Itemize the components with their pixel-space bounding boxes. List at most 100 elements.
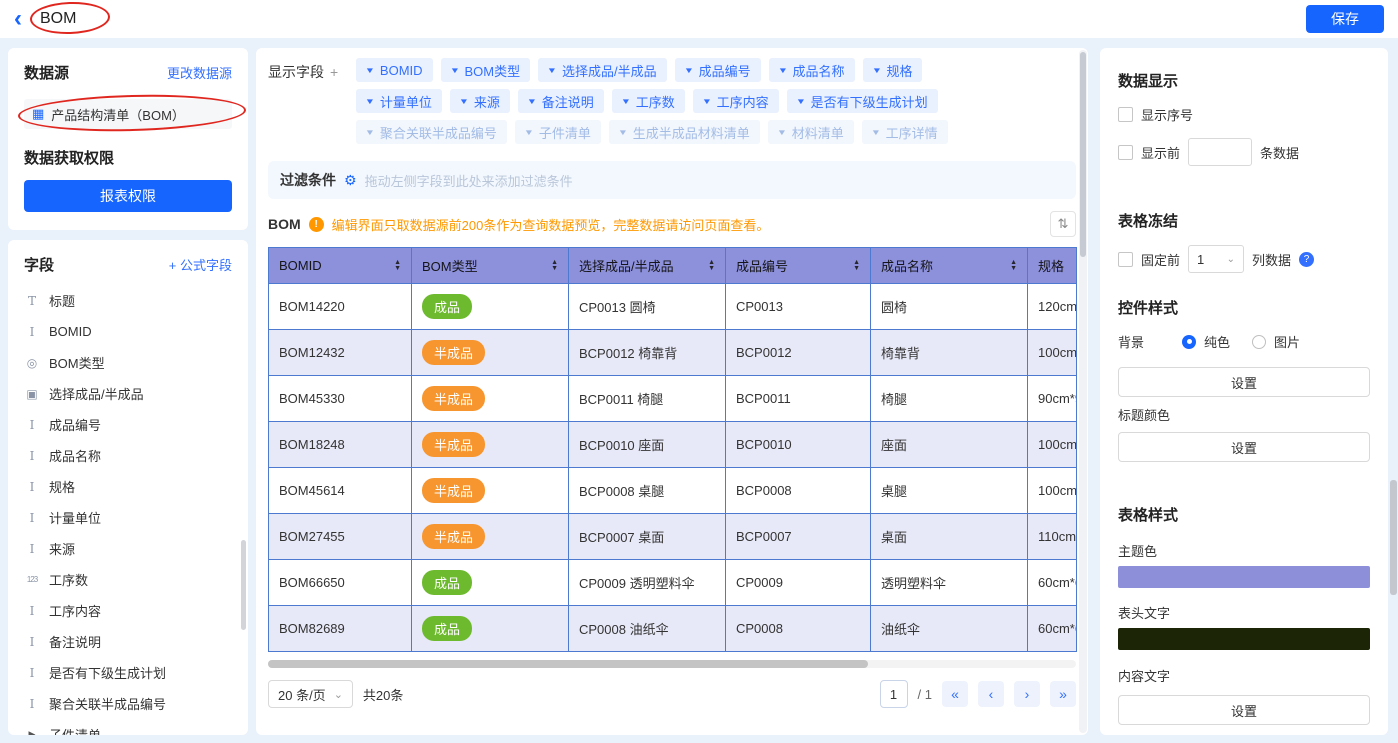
column-header-spec[interactable]: 规格	[1028, 248, 1077, 284]
display-field-chip[interactable]: ▼备注说明	[518, 89, 604, 113]
table-row[interactable]: BOM45330 半成品 BCP0011 椅腿 BCP0011 椅腿 90cm*…	[269, 376, 1077, 422]
content-text-set-button[interactable]: 设置	[1118, 695, 1370, 725]
field-item-source[interactable]: I来源	[24, 533, 232, 564]
field-item-bom-type[interactable]: ◎BOM类型	[24, 347, 232, 378]
field-item-process-count[interactable]: 123工序数	[24, 564, 232, 595]
field-item-remark[interactable]: I备注说明	[24, 626, 232, 657]
field-item-subitem-list[interactable]: ▶子件清单	[24, 719, 232, 735]
last-page-button[interactable]: »	[1050, 681, 1076, 707]
field-item-spec[interactable]: I规格	[24, 471, 232, 502]
vertical-scrollbar[interactable]	[1079, 50, 1087, 733]
field-item-bomid[interactable]: IBOMID	[24, 316, 232, 347]
display-field-chip[interactable]: ▼成品编号	[675, 58, 761, 82]
display-field-chip[interactable]: ▼选择成品/半成品	[538, 58, 667, 82]
field-item-process-content[interactable]: I工序内容	[24, 595, 232, 626]
datasource-item[interactable]: ▦ 产品结构清单（BOM）	[24, 99, 232, 129]
horizontal-scrollbar-thumb[interactable]	[268, 660, 868, 668]
field-item-product-name[interactable]: I成品名称	[24, 440, 232, 471]
sort-icon[interactable]: ▲▼	[1010, 260, 1017, 272]
vertical-scrollbar-thumb[interactable]	[1080, 52, 1086, 257]
help-icon[interactable]: ?	[1299, 252, 1314, 267]
type-badge: 成品	[422, 616, 472, 641]
show-first-checkbox[interactable]	[1118, 145, 1133, 160]
sort-icon[interactable]: ▲▼	[708, 260, 715, 272]
solid-color-radio[interactable]	[1182, 335, 1196, 349]
header-text-color-swatch[interactable]	[1118, 628, 1370, 650]
back-icon[interactable]: ‹	[14, 7, 22, 31]
next-page-button[interactable]: ›	[1014, 681, 1040, 707]
column-header-bomid[interactable]: BOMID▲▼	[269, 248, 412, 284]
add-formula-field-link[interactable]: + 公式字段	[169, 255, 232, 274]
page-size-value: 20 条/页	[278, 685, 326, 704]
image-radio[interactable]	[1252, 335, 1266, 349]
gear-icon[interactable]: ⚙	[344, 172, 357, 189]
cell: 椅靠背	[871, 330, 1028, 376]
display-field-chip[interactable]: ▼是否有下级生成计划	[787, 89, 938, 113]
horizontal-scrollbar[interactable]	[268, 660, 1076, 668]
column-header-select-product[interactable]: 选择成品/半成品▲▼	[569, 248, 726, 284]
display-field-chip[interactable]: ▼BOM类型	[441, 58, 531, 82]
page-size-select[interactable]: 20 条/页 ⌄	[268, 680, 353, 708]
filter-dropzone[interactable]: 过滤条件 ⚙ 拖动左侧字段到此处来添加过滤条件	[268, 161, 1076, 199]
page-scrollbar[interactable]	[1390, 40, 1397, 741]
report-permission-button[interactable]: 报表权限	[24, 180, 232, 212]
page-number-input[interactable]	[880, 680, 908, 708]
display-field-chip[interactable]: ▼工序内容	[693, 89, 779, 113]
fields-scrollbar[interactable]	[241, 540, 246, 630]
text-field-icon: I	[24, 604, 40, 618]
prev-page-button[interactable]: ‹	[978, 681, 1004, 707]
table-row[interactable]: BOM45614 半成品 BCP0008 桌腿 BCP0008 桌腿 100cm…	[269, 468, 1077, 514]
display-field-chip[interactable]: ▼规格	[863, 58, 923, 82]
freeze-checkbox[interactable]	[1118, 252, 1133, 267]
table-row[interactable]: BOM27455 半成品 BCP0007 桌面 BCP0007 桌面 110cm…	[269, 514, 1077, 560]
sort-settings-button[interactable]: ⇅	[1050, 211, 1076, 237]
chip-label: 工序内容	[717, 92, 769, 111]
table-row[interactable]: BOM66650 成品 CP0009 透明塑料伞 CP0009 透明塑料伞 60…	[269, 560, 1077, 606]
column-header-product-name[interactable]: 成品名称▲▼	[871, 248, 1028, 284]
table-row[interactable]: BOM12432 半成品 BCP0012 椅靠背 BCP0012 椅靠背 100…	[269, 330, 1077, 376]
table-row[interactable]: BOM82689 成品 CP0008 油纸伞 CP0008 油纸伞 60cm*6	[269, 606, 1077, 652]
display-field-chip-disabled[interactable]: ▼生成半成品材料清单	[609, 120, 760, 144]
column-header-product-code[interactable]: 成品编号▲▼	[726, 248, 871, 284]
table-row[interactable]: BOM18248 半成品 BCP0010 座面 BCP0010 座面 100cm…	[269, 422, 1077, 468]
display-field-chip[interactable]: ▼来源	[450, 89, 510, 113]
display-field-chip[interactable]: ▼工序数	[612, 89, 685, 113]
display-field-chip-disabled[interactable]: ▼工序详情	[862, 120, 948, 144]
field-label: 是否有下级生成计划	[49, 663, 166, 682]
table-style-heading: 表格样式	[1118, 504, 1370, 525]
chip-label: 是否有下级生成计划	[811, 92, 928, 111]
change-datasource-link[interactable]: 更改数据源	[167, 63, 232, 82]
field-item-title[interactable]: T标题	[24, 285, 232, 316]
page-scrollbar-thumb[interactable]	[1390, 480, 1397, 595]
field-item-unit[interactable]: I计量单位	[24, 502, 232, 533]
show-first-count-input[interactable]	[1188, 138, 1252, 166]
freeze-count-select[interactable]: 1 ⌄	[1188, 245, 1244, 273]
display-field-chip-disabled[interactable]: ▼材料清单	[768, 120, 854, 144]
sort-icon[interactable]: ▲▼	[394, 260, 401, 272]
display-field-chip-disabled[interactable]: ▼聚合关联半成品编号	[356, 120, 507, 144]
sort-icon[interactable]: ▲▼	[551, 260, 558, 272]
display-field-chip[interactable]: ▼计量单位	[356, 89, 442, 113]
display-field-chip-disabled[interactable]: ▼子件清单	[515, 120, 601, 144]
field-item-agg-semi-code[interactable]: I聚合关联半成品编号	[24, 688, 232, 719]
field-item-select-product[interactable]: ▣选择成品/半成品	[24, 378, 232, 409]
first-page-button[interactable]: «	[942, 681, 968, 707]
chip-label: 成品名称	[793, 61, 845, 80]
field-item-product-code[interactable]: I成品编号	[24, 409, 232, 440]
display-field-chip[interactable]: ▼BOMID	[356, 58, 433, 82]
cell: 60cm*6	[1028, 560, 1077, 606]
field-item-has-subplan[interactable]: I是否有下级生成计划	[24, 657, 232, 688]
sort-icon[interactable]: ▲▼	[853, 260, 860, 272]
theme-color-swatch[interactable]	[1118, 566, 1370, 588]
column-header-bom-type[interactable]: BOM类型▲▼	[412, 248, 569, 284]
add-display-field-icon[interactable]: +	[330, 64, 338, 80]
title-color-set-button[interactable]: 设置	[1118, 432, 1370, 462]
background-set-button[interactable]: 设置	[1118, 367, 1370, 397]
table-title: BOM	[268, 216, 301, 232]
chevron-down-icon: ▼	[618, 128, 628, 137]
save-button[interactable]: 保存	[1306, 5, 1384, 33]
display-field-chip[interactable]: ▼成品名称	[769, 58, 855, 82]
freeze-count-value: 1	[1197, 252, 1204, 267]
show-index-checkbox[interactable]	[1118, 107, 1133, 122]
table-row[interactable]: BOM14220 成品 CP0013 圆椅 CP0013 圆椅 120cm*	[269, 284, 1077, 330]
